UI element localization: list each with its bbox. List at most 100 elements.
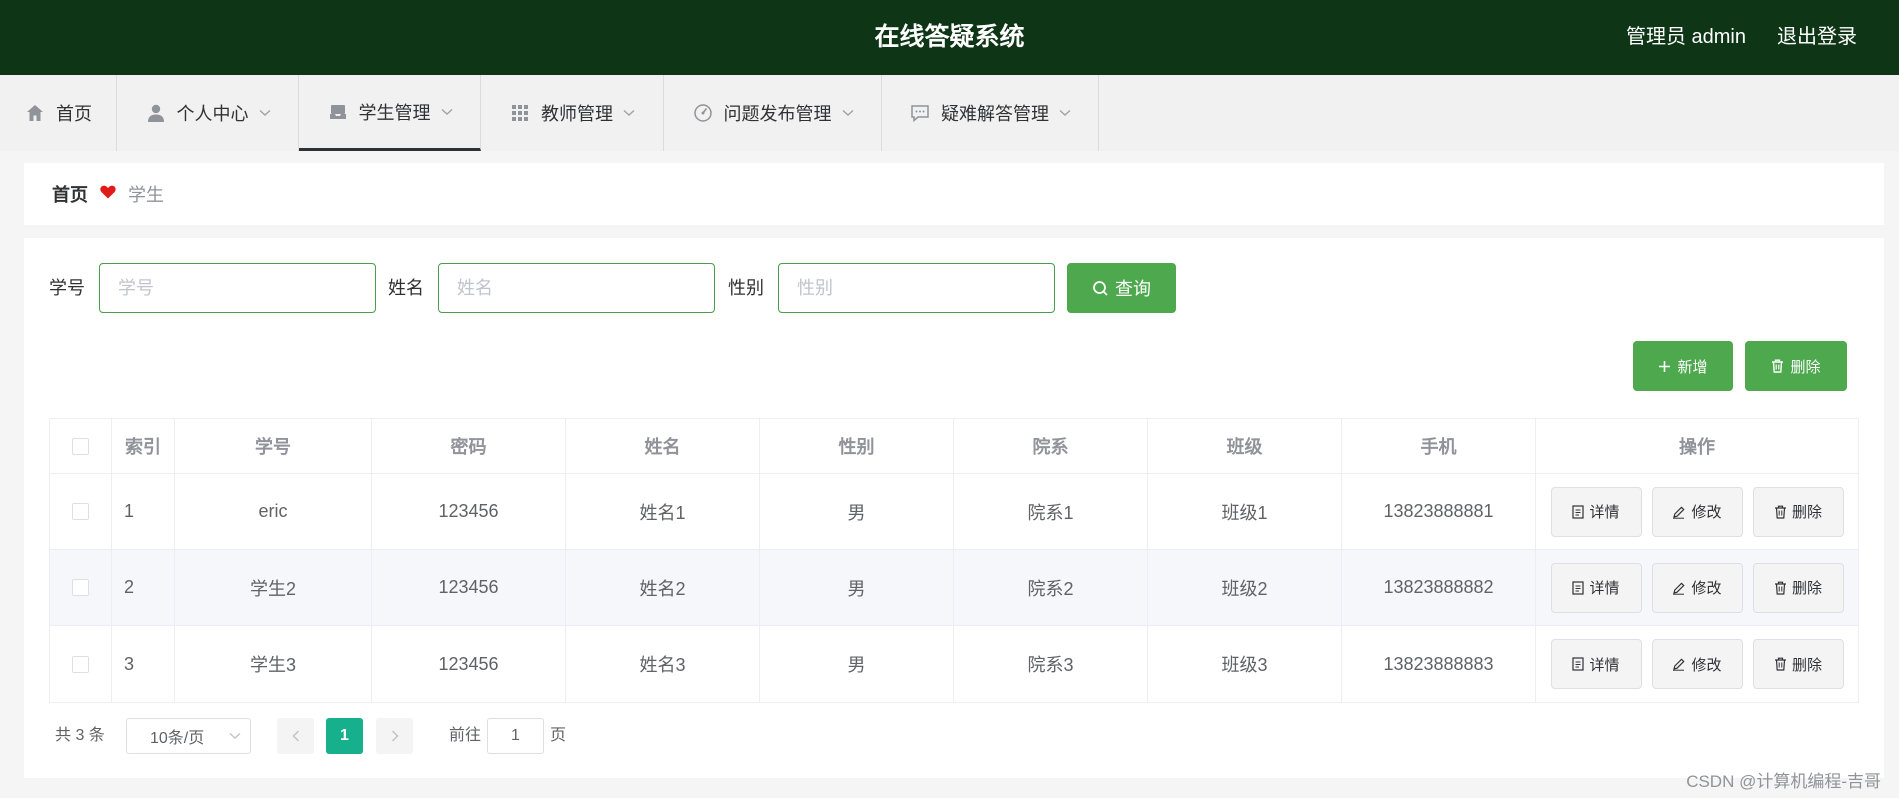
select-all-checkbox[interactable] bbox=[72, 437, 89, 455]
chevron-down-icon bbox=[259, 109, 271, 117]
row-select-cell bbox=[50, 550, 112, 625]
trash-icon bbox=[1774, 505, 1787, 519]
chevron-down-icon bbox=[441, 108, 453, 116]
page-size-value: 10条/页 bbox=[150, 730, 205, 747]
row-select-cell bbox=[50, 626, 112, 702]
edit-icon bbox=[1672, 505, 1686, 519]
cell-operations: 详情 修改 删除 bbox=[1536, 550, 1858, 625]
detail-button[interactable]: 详情 bbox=[1550, 639, 1642, 689]
next-page-button[interactable] bbox=[376, 718, 413, 754]
detail-button-label: 详情 bbox=[1589, 504, 1620, 521]
heart-icon bbox=[100, 185, 116, 204]
gender-label: 性别 bbox=[728, 278, 764, 298]
cell-password: 123456 bbox=[372, 626, 566, 702]
top-header: 在线答疑系统 管理员 admin 退出登录 bbox=[0, 0, 1899, 75]
menu-item-question-publish[interactable]: 问题发布管理 bbox=[664, 75, 882, 151]
trash-icon bbox=[1774, 657, 1787, 671]
home-icon bbox=[24, 102, 46, 124]
user-icon bbox=[145, 102, 167, 124]
name-input[interactable] bbox=[438, 263, 715, 313]
student-no-input[interactable] bbox=[99, 263, 376, 313]
menu-label: 疑难解答管理 bbox=[941, 104, 1049, 124]
pagination-total: 共 3 条 bbox=[55, 727, 105, 744]
goto-suffix: 页 bbox=[550, 727, 567, 744]
batch-delete-button[interactable]: 删除 bbox=[1745, 341, 1847, 391]
edit-button-label: 修改 bbox=[1691, 656, 1722, 674]
gender-input[interactable] bbox=[778, 263, 1055, 313]
document-icon bbox=[1572, 657, 1585, 671]
detail-button[interactable]: 详情 bbox=[1550, 486, 1642, 537]
delete-button[interactable]: 删除 bbox=[1752, 486, 1844, 537]
prev-page-button[interactable] bbox=[277, 718, 314, 754]
chat-icon bbox=[909, 102, 931, 124]
menu-label: 个人中心 bbox=[176, 104, 249, 124]
breadcrumb-current: 学生 bbox=[128, 185, 164, 205]
page-number-active[interactable]: 1 bbox=[326, 718, 363, 754]
main-menu: 首页 个人中心 学生管理 教师管理 问题发布管理 疑难解答管理 bbox=[0, 75, 1899, 151]
edit-icon bbox=[1672, 657, 1686, 671]
cell-gender: 男 bbox=[760, 626, 954, 702]
student-table: 索引 学号 密码 姓名 性别 院系 班级 手机 操作 1 eric 123456… bbox=[49, 418, 1859, 703]
chevron-down-icon bbox=[229, 732, 241, 740]
edit-button[interactable]: 修改 bbox=[1651, 486, 1743, 537]
cell-operations: 详情 修改 删除 bbox=[1536, 474, 1858, 549]
menu-label: 学生管理 bbox=[358, 102, 431, 123]
row-checkbox[interactable] bbox=[72, 579, 89, 596]
cell-department: 院系3 bbox=[954, 626, 1148, 702]
add-button[interactable]: 新增 bbox=[1633, 341, 1733, 391]
column-header: 班级 bbox=[1148, 419, 1342, 473]
chevron-down-icon bbox=[1059, 109, 1071, 117]
breadcrumb: 首页 学生 bbox=[24, 163, 1884, 225]
row-select-cell bbox=[50, 474, 112, 549]
cell-index: 1 bbox=[112, 474, 175, 549]
row-checkbox[interactable] bbox=[72, 655, 89, 673]
chevron-down-icon bbox=[842, 109, 854, 117]
cell-student-no: 学生2 bbox=[175, 550, 372, 625]
menu-item-answer-management[interactable]: 疑难解答管理 bbox=[882, 75, 1099, 151]
cell-phone: 13823888881 bbox=[1342, 474, 1536, 549]
cell-password: 123456 bbox=[372, 550, 566, 625]
table-header-row: 索引 学号 密码 姓名 性别 院系 班级 手机 操作 bbox=[50, 419, 1858, 474]
delete-button[interactable]: 删除 bbox=[1752, 562, 1844, 613]
edit-button[interactable]: 修改 bbox=[1651, 639, 1743, 689]
student-no-label: 学号 bbox=[49, 278, 85, 298]
csdn-watermark: CSDN @计算机编程-吉哥 bbox=[1686, 772, 1881, 791]
edit-button[interactable]: 修改 bbox=[1651, 562, 1743, 613]
row-checkbox[interactable] bbox=[72, 503, 89, 520]
query-button-label: 查询 bbox=[1115, 279, 1151, 299]
current-user: 管理员 admin bbox=[1625, 26, 1746, 48]
breadcrumb-home[interactable]: 首页 bbox=[52, 181, 88, 207]
detail-button[interactable]: 详情 bbox=[1550, 562, 1642, 613]
edit-icon bbox=[1672, 581, 1686, 595]
name-label: 姓名 bbox=[388, 278, 424, 298]
column-header: 手机 bbox=[1342, 419, 1536, 473]
menu-label: 问题发布管理 bbox=[723, 104, 832, 124]
goto-page-input[interactable] bbox=[487, 718, 544, 754]
menu-item-teacher-management[interactable]: 教师管理 bbox=[481, 75, 664, 151]
cell-class: 班级2 bbox=[1148, 550, 1342, 625]
table-row: 1 eric 123456 姓名1 男 院系1 班级1 13823888881 … bbox=[50, 474, 1858, 550]
cell-operations: 详情 修改 删除 bbox=[1536, 626, 1858, 702]
delete-button[interactable]: 删除 bbox=[1752, 639, 1844, 689]
delete-button-label: 删除 bbox=[1791, 504, 1822, 521]
query-button[interactable]: 查询 bbox=[1067, 263, 1176, 313]
column-header: 院系 bbox=[954, 419, 1148, 473]
menu-item-home[interactable]: 首页 bbox=[0, 75, 117, 151]
search-icon bbox=[1092, 280, 1109, 297]
column-header: 性别 bbox=[760, 419, 954, 473]
app-title: 在线答疑系统 bbox=[874, 23, 1025, 51]
edit-button-label: 修改 bbox=[1691, 504, 1722, 521]
chevron-down-icon bbox=[623, 109, 635, 117]
chevron-left-icon bbox=[291, 730, 300, 742]
column-header: 密码 bbox=[372, 419, 566, 473]
menu-item-student-management[interactable]: 学生管理 bbox=[299, 75, 481, 151]
page-size-select[interactable]: 10条/页 bbox=[126, 718, 251, 754]
goto-prefix: 前往 bbox=[449, 727, 482, 744]
batch-delete-button-label: 删除 bbox=[1790, 358, 1821, 376]
logout-link[interactable]: 退出登录 bbox=[1777, 0, 1857, 75]
cell-name: 姓名3 bbox=[566, 626, 760, 702]
cell-gender: 男 bbox=[760, 550, 954, 625]
inbox-icon bbox=[327, 101, 349, 123]
document-icon bbox=[1572, 504, 1585, 519]
menu-item-personal-center[interactable]: 个人中心 bbox=[117, 75, 299, 151]
